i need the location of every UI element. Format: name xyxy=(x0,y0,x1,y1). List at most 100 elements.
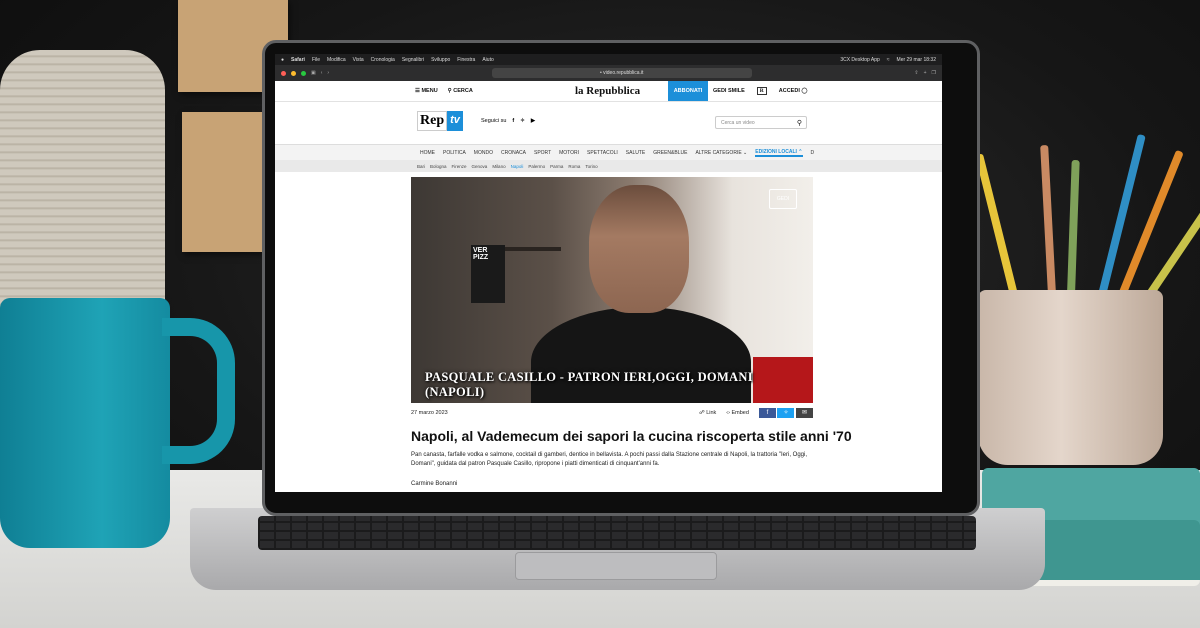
tab-edizioni-locali[interactable]: EDIZIONI LOCALI ⌃ xyxy=(755,149,803,157)
forward-icon[interactable]: › xyxy=(327,70,329,76)
city-roma[interactable]: Roma xyxy=(568,164,580,169)
twitter-icon: ✧ xyxy=(783,410,789,417)
mug-handle xyxy=(162,318,235,464)
category-nav: HOME POLITICA MONDO CRONACA SPORT MOTORI… xyxy=(275,144,942,160)
person-head xyxy=(589,185,689,313)
link-icon: ☍ xyxy=(699,410,705,416)
menubar-vista[interactable]: Vista xyxy=(353,57,364,63)
subscribe-button[interactable]: ABBONATI xyxy=(668,81,708,101)
share-twitter-button[interactable]: ✧ xyxy=(777,407,795,418)
city-bari[interactable]: Bari xyxy=(417,164,425,169)
back-icon[interactable]: ‹ xyxy=(321,70,323,76)
embed-button[interactable]: ‹› Embed xyxy=(726,410,749,416)
city-parma[interactable]: Parma xyxy=(550,164,563,169)
city-bologna[interactable]: Bologna xyxy=(430,164,447,169)
video-search-input[interactable]: Cerca un video ⚲ xyxy=(715,116,807,129)
tab-mondo[interactable]: MONDO xyxy=(474,150,493,156)
local-editions-nav: Bari Bologna Firenze Genova Milano Napol… xyxy=(275,160,942,172)
article-meta: 27 marzo 2023 ☍ Link ‹› Embed f ✧ ✉ xyxy=(411,407,813,419)
laptop-trackpad xyxy=(515,552,717,580)
site-top-nav: ☰ MENU ⚲ CERCA la Repubblica ABBONATI GE… xyxy=(275,81,942,102)
teal-mug xyxy=(0,298,170,548)
new-tab-icon[interactable]: + xyxy=(924,70,927,76)
reptv-header: Rep tv Seguici su f ✧ ▶ Cerca un video ⚲ xyxy=(275,102,942,144)
mail-icon: ✉ xyxy=(801,410,808,417)
city-palermo[interactable]: Palermo xyxy=(528,164,545,169)
repubblica-logo[interactable]: la Repubblica xyxy=(575,85,640,97)
search-icon[interactable]: ⚲ xyxy=(797,119,802,127)
reptv-logo[interactable]: Rep tv xyxy=(417,111,463,131)
link-button[interactable]: ☍ Link xyxy=(699,410,716,416)
gedi-logo: GEDI xyxy=(769,189,797,209)
login-button[interactable]: ACCEDI ◯ xyxy=(779,88,808,94)
tab-altre-categorie[interactable]: ALTRE CATEGORIE ⌄ xyxy=(695,150,747,156)
menubar-sviluppo[interactable]: Sviluppo xyxy=(431,57,450,63)
article-date: 27 marzo 2023 xyxy=(411,410,448,416)
user-icon: ◯ xyxy=(801,88,808,94)
menubar-aiuto[interactable]: Aiuto xyxy=(482,57,493,63)
desk-scene: ● Safari File Modifica Vista Cronologia … xyxy=(0,0,1200,628)
menu-button[interactable]: ☰ MENU xyxy=(415,88,438,94)
city-milano[interactable]: Milano xyxy=(492,164,505,169)
sticky-note xyxy=(182,112,264,252)
menubar-modifica[interactable]: Modifica xyxy=(327,57,346,63)
article-author: Carmine Bonanni xyxy=(411,481,458,487)
tab-cronaca[interactable]: CRONACA xyxy=(501,150,526,156)
facebook-icon[interactable]: f xyxy=(512,118,514,124)
tab-home[interactable]: HOME xyxy=(420,150,435,156)
browser-toolbar: ▣ ‹ › • video.repubblica.it ⇧ + ❐ xyxy=(275,65,942,81)
tab-d[interactable]: D xyxy=(811,150,815,156)
tab-politica[interactable]: POLITICA xyxy=(443,150,466,156)
share-facebook-button[interactable]: f xyxy=(758,408,776,419)
sidebar-icon[interactable]: ▣ xyxy=(311,70,316,76)
url-bar[interactable]: • video.repubblica.it xyxy=(491,68,752,78)
clock[interactable]: Mer 29 mar 18:32 xyxy=(897,57,936,63)
close-window-icon[interactable] xyxy=(281,70,286,76)
share-icon[interactable]: ⇧ xyxy=(914,70,918,76)
laptop-keyboard xyxy=(258,516,976,550)
tab-spettacoli[interactable]: SPETTACOLI xyxy=(587,150,618,156)
social-follow: Seguici su f ✧ ▶ xyxy=(481,118,535,124)
youtube-icon[interactable]: ▶ xyxy=(531,118,535,124)
rep-logo-text: Rep xyxy=(417,111,448,131)
city-napoli[interactable]: Napoli xyxy=(511,164,524,169)
tv-logo-text: tv xyxy=(447,111,463,131)
wifi-icon[interactable]: ≈ xyxy=(887,57,890,63)
menubar-cronologia[interactable]: Cronologia xyxy=(371,57,395,63)
video-player[interactable]: VER PIZZ GEDI PASQUALE CASILLO - PATRON … xyxy=(411,177,813,403)
menubar-finestra[interactable]: Finestra xyxy=(457,57,475,63)
mac-menubar: ● Safari File Modifica Vista Cronologia … xyxy=(275,54,942,65)
video-caption: PASQUALE CASILLO - PATRON IERI,OGGI, DOM… xyxy=(425,370,753,399)
laptop-screen: ● Safari File Modifica Vista Cronologia … xyxy=(275,54,942,492)
menubar-segnalibri[interactable]: Segnalibri xyxy=(402,57,424,63)
tab-greenblue[interactable]: GREEN&BLUE xyxy=(653,150,687,156)
tab-salute[interactable]: SALUTE xyxy=(626,150,645,156)
gedi-smile-link[interactable]: GEDI SMILE xyxy=(713,88,745,94)
tab-motori[interactable]: MOTORI xyxy=(559,150,579,156)
r-icon[interactable]: R xyxy=(756,87,767,95)
tab-sport[interactable]: SPORT xyxy=(534,150,551,156)
share-mail-button[interactable]: ✉ xyxy=(796,407,813,418)
facebook-icon: f xyxy=(766,410,769,417)
minimize-window-icon[interactable] xyxy=(291,70,296,76)
menubar-app[interactable]: Safari xyxy=(291,57,305,63)
tabs-icon[interactable]: ❐ xyxy=(932,70,936,76)
pizza-sign: VER PIZZ xyxy=(471,245,505,303)
url-text: video.repubblica.it xyxy=(603,70,644,76)
twitter-icon[interactable]: ✧ xyxy=(520,118,525,124)
follow-label: Seguici su xyxy=(481,118,507,124)
pencil xyxy=(1040,144,1056,296)
code-icon: ‹› xyxy=(726,410,730,416)
city-torino[interactable]: Torino xyxy=(585,164,597,169)
zoom-window-icon[interactable] xyxy=(301,70,306,76)
pencil xyxy=(1067,159,1080,296)
article-description: Pan canasta, farfalle vodka e salmone, c… xyxy=(411,452,808,467)
status-app[interactable]: 3CX Desktop App xyxy=(840,57,879,63)
pencil xyxy=(1098,133,1146,296)
pencil-pot xyxy=(978,290,1163,465)
search-button[interactable]: ⚲ CERCA xyxy=(448,88,473,94)
apple-icon[interactable]: ● xyxy=(281,57,284,63)
city-firenze[interactable]: Firenze xyxy=(452,164,467,169)
menubar-file[interactable]: File xyxy=(312,57,320,63)
city-genova[interactable]: Genova xyxy=(472,164,488,169)
